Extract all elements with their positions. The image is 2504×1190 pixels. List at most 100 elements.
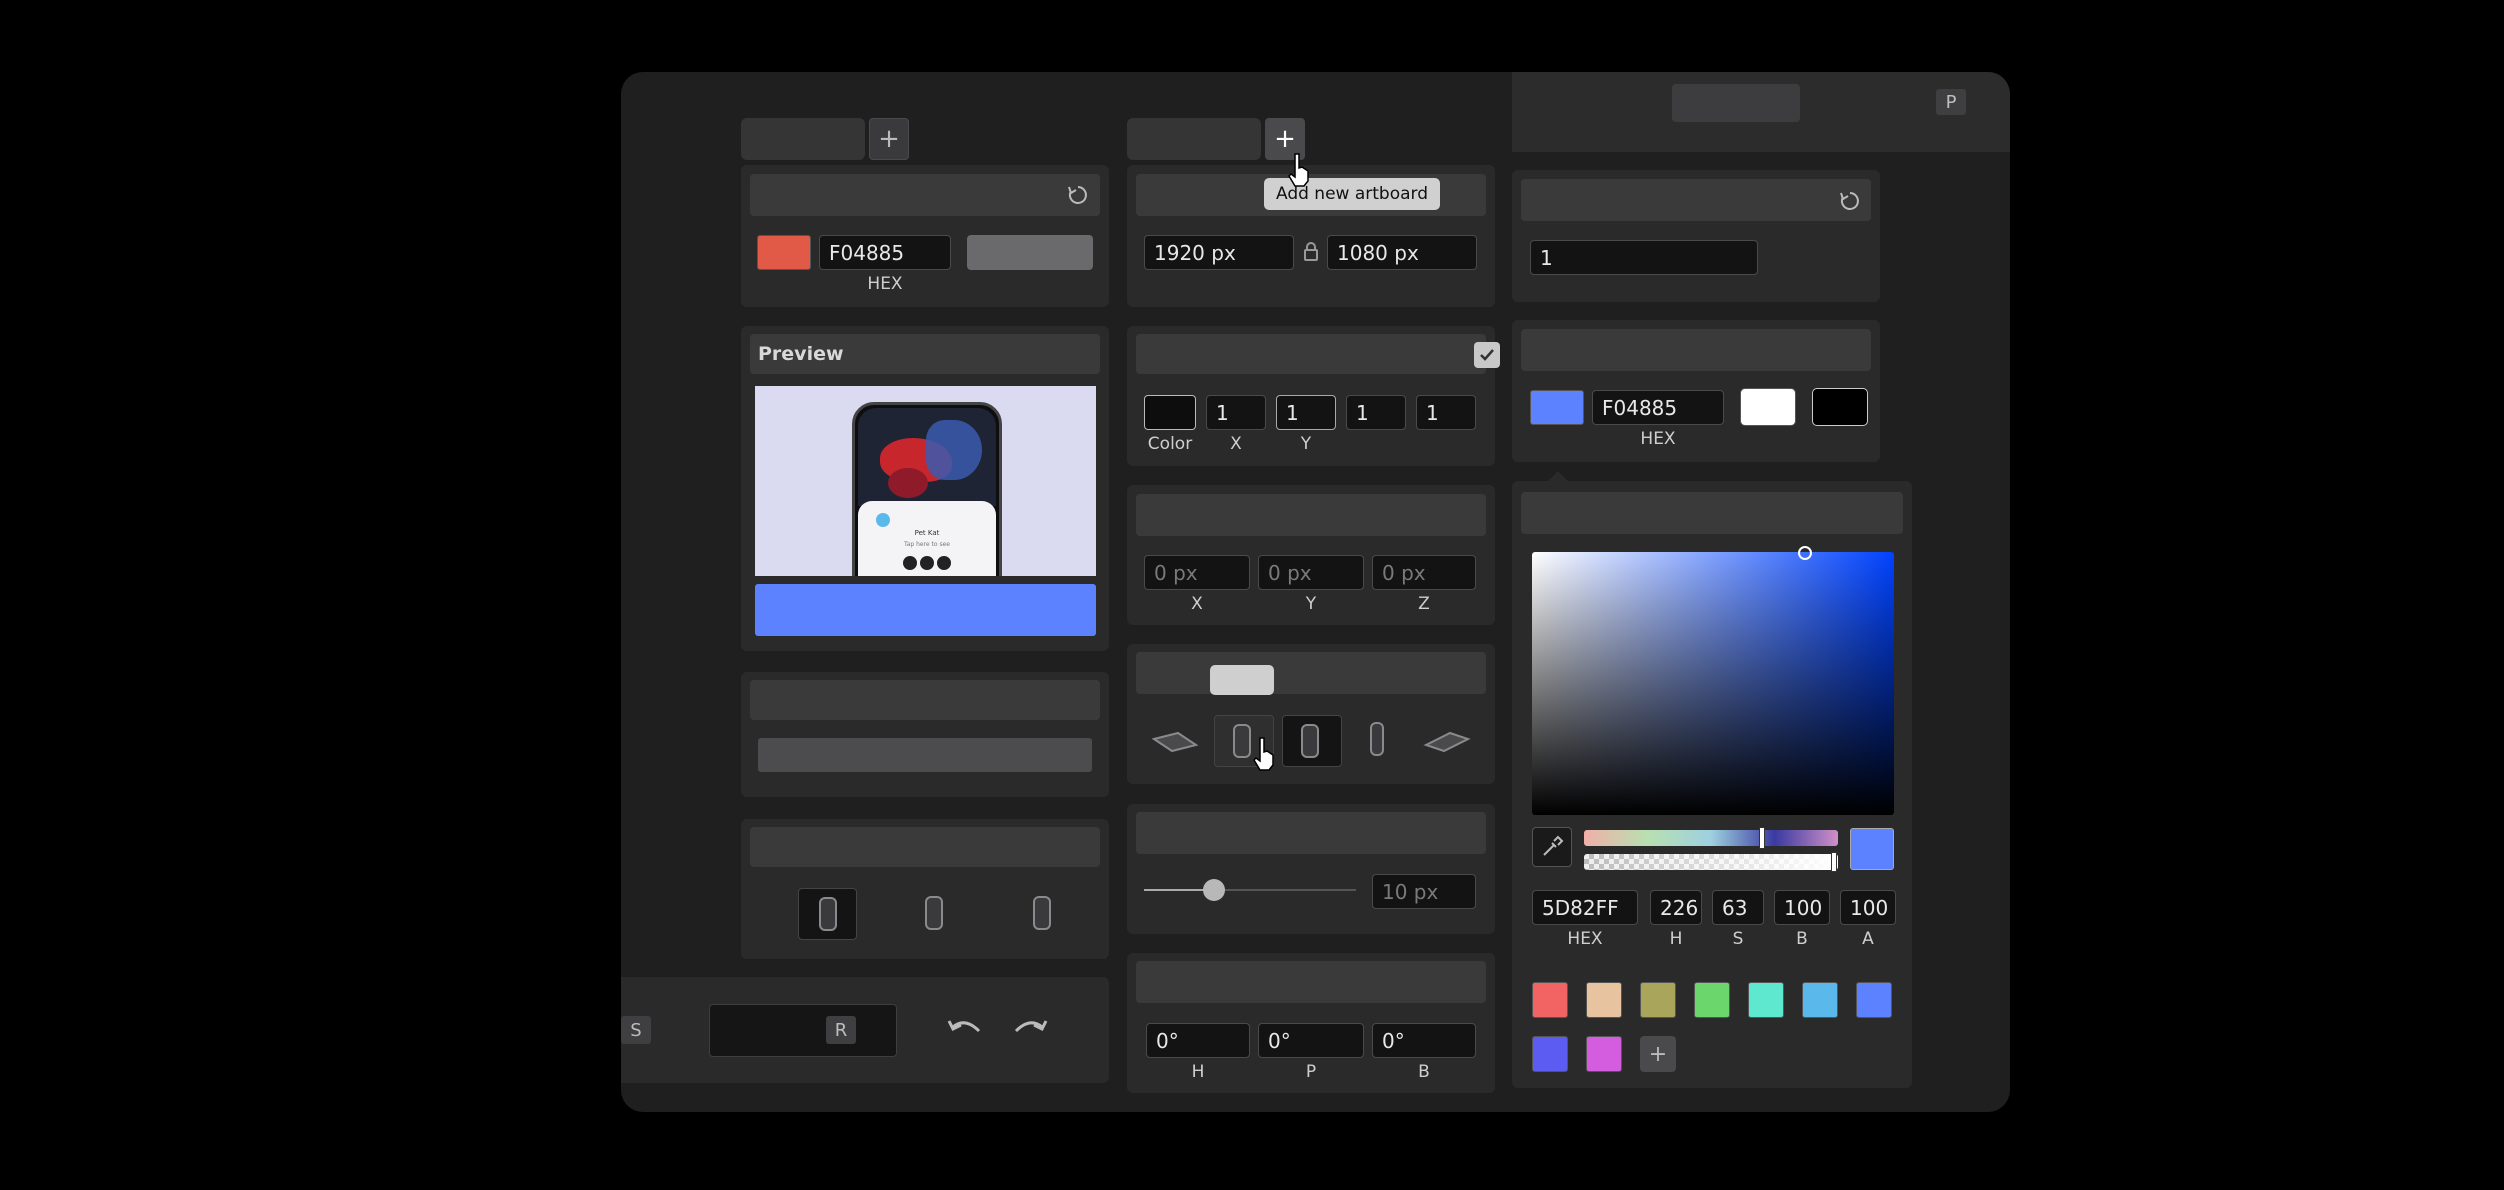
picker-h-label: H [1669, 929, 1683, 949]
shadow-spread-input[interactable]: 1 [1416, 395, 1476, 430]
rotation-h-input[interactable]: 0° [1146, 1023, 1250, 1058]
picker-a-label: A [1862, 929, 1874, 949]
position-y-input[interactable]: 0 px [1258, 555, 1364, 590]
alpha-slider-thumb[interactable] [1831, 852, 1837, 872]
shadow-toggle-checkbox[interactable] [1474, 342, 1500, 368]
preset-swatch[interactable] [1802, 982, 1838, 1018]
effects-select[interactable] [758, 738, 1092, 772]
saturation-brightness-area[interactable] [1532, 552, 1894, 815]
artboard-tab[interactable] [1127, 118, 1261, 160]
black-swatch[interactable] [1812, 388, 1868, 426]
rotation-b-input[interactable]: 0° [1372, 1023, 1476, 1058]
landscape-right-icon[interactable] [1422, 727, 1472, 757]
color-picker-header [1521, 492, 1903, 534]
plus-icon: + [878, 124, 900, 154]
plus-icon: + [1274, 124, 1296, 154]
view-button[interactable] [1672, 84, 1800, 122]
rotation-header [1136, 961, 1486, 1003]
rotation-p-input[interactable]: 0° [1258, 1023, 1364, 1058]
phone-icon[interactable] [925, 896, 943, 930]
effects-header [750, 680, 1100, 720]
orientation-toggle[interactable] [1210, 665, 1274, 695]
preset-swatch[interactable] [1532, 982, 1568, 1018]
preset-swatch[interactable] [1694, 982, 1730, 1018]
preset-swatch[interactable] [1586, 1036, 1622, 1072]
eyedropper-icon [1543, 835, 1564, 856]
material-header [1521, 329, 1871, 371]
picker-hex-input[interactable]: 5D82FF [1532, 890, 1638, 925]
picker-s-label: S [1732, 929, 1744, 949]
phone-icon [819, 897, 837, 931]
preset-swatch[interactable] [1586, 982, 1622, 1018]
hue-slider[interactable] [1584, 830, 1838, 846]
shadow-color-swatch[interactable] [1144, 395, 1196, 430]
hue-slider-thumb[interactable] [1758, 827, 1765, 849]
artboard-height-input[interactable]: 1080 px [1327, 235, 1477, 270]
shortcut-s-key: S [621, 1016, 651, 1044]
device-header [750, 827, 1100, 867]
picker-b-label: B [1796, 929, 1808, 949]
picker-h-input[interactable]: 226 [1650, 890, 1702, 925]
material-hex-label: HEX [1640, 429, 1676, 449]
alpha-slider[interactable] [1584, 854, 1838, 870]
device-option-selected[interactable] [798, 888, 857, 940]
orientation-header [1136, 652, 1486, 694]
scale-input[interactable]: 1 [1530, 240, 1758, 275]
background-hex-input[interactable]: F04885 [819, 235, 951, 270]
reset-icon[interactable] [1838, 189, 1862, 213]
check-icon [1480, 349, 1494, 361]
phone-side-icon[interactable] [1370, 722, 1384, 756]
eyedropper-button[interactable] [1532, 827, 1572, 867]
position-header [1136, 494, 1486, 536]
position-y-label: Y [1305, 594, 1317, 614]
phone-icon [1233, 724, 1251, 758]
phone-icon[interactable] [1033, 896, 1051, 930]
landscape-left-icon[interactable] [1150, 727, 1200, 757]
hand-cursor-icon [1288, 153, 1309, 187]
shortcut-p-key: P [1936, 89, 1966, 115]
reset-icon[interactable] [1066, 183, 1090, 207]
position-x-input[interactable]: 0 px [1144, 555, 1250, 590]
background-color-swatch[interactable] [757, 235, 811, 270]
shadow-y-input[interactable]: 1 [1276, 395, 1336, 430]
phone-card: Pet Kat Tap here to see [858, 501, 996, 576]
corner-radius-slider-thumb[interactable] [1202, 879, 1225, 901]
add-tab-button[interactable]: + [869, 118, 909, 160]
preset-swatch[interactable] [1748, 982, 1784, 1018]
rotation-p-label: P [1305, 1062, 1317, 1082]
shadow-blur-input[interactable]: 1 [1346, 395, 1406, 430]
material-color-swatch[interactable] [1530, 390, 1584, 425]
undo-icon[interactable] [945, 1015, 985, 1045]
corner-radius-input[interactable]: 10 px [1372, 874, 1476, 909]
shadow-x-input[interactable]: 1 [1206, 395, 1266, 430]
corner-radius-header [1136, 812, 1486, 854]
picker-a-input[interactable]: 100 [1840, 890, 1896, 925]
add-preset-button[interactable]: + [1640, 1036, 1676, 1072]
background-gradient-swatch[interactable] [967, 235, 1093, 270]
shortcut-r-key: R [826, 1016, 856, 1044]
redo-icon[interactable] [1010, 1015, 1050, 1045]
device-front-option[interactable] [1282, 715, 1342, 767]
background-panel-header [750, 174, 1100, 216]
picker-hex-label: HEX [1567, 929, 1603, 949]
preset-swatch[interactable] [1640, 982, 1676, 1018]
position-z-label: Z [1418, 594, 1430, 614]
picker-s-input[interactable]: 63 [1712, 890, 1764, 925]
saturation-handle[interactable] [1798, 546, 1812, 560]
tab-placeholder[interactable] [741, 118, 865, 160]
white-swatch[interactable] [1740, 388, 1796, 426]
position-z-input[interactable]: 0 px [1372, 555, 1476, 590]
rotation-b-label: B [1418, 1062, 1430, 1082]
plus-icon: + [1648, 1041, 1668, 1067]
preset-swatch[interactable] [1532, 1036, 1568, 1072]
rotation-h-label: H [1191, 1062, 1205, 1082]
position-x-label: X [1191, 594, 1203, 614]
picker-b-input[interactable]: 100 [1774, 890, 1830, 925]
export-button[interactable] [755, 584, 1096, 636]
lock-icon[interactable] [1301, 241, 1321, 263]
material-hex-input[interactable]: F04885 [1592, 390, 1724, 425]
preset-swatch[interactable] [1856, 982, 1892, 1018]
fish-image [858, 408, 996, 506]
render-field[interactable] [709, 1004, 897, 1057]
artboard-width-input[interactable]: 1920 px [1144, 235, 1294, 270]
